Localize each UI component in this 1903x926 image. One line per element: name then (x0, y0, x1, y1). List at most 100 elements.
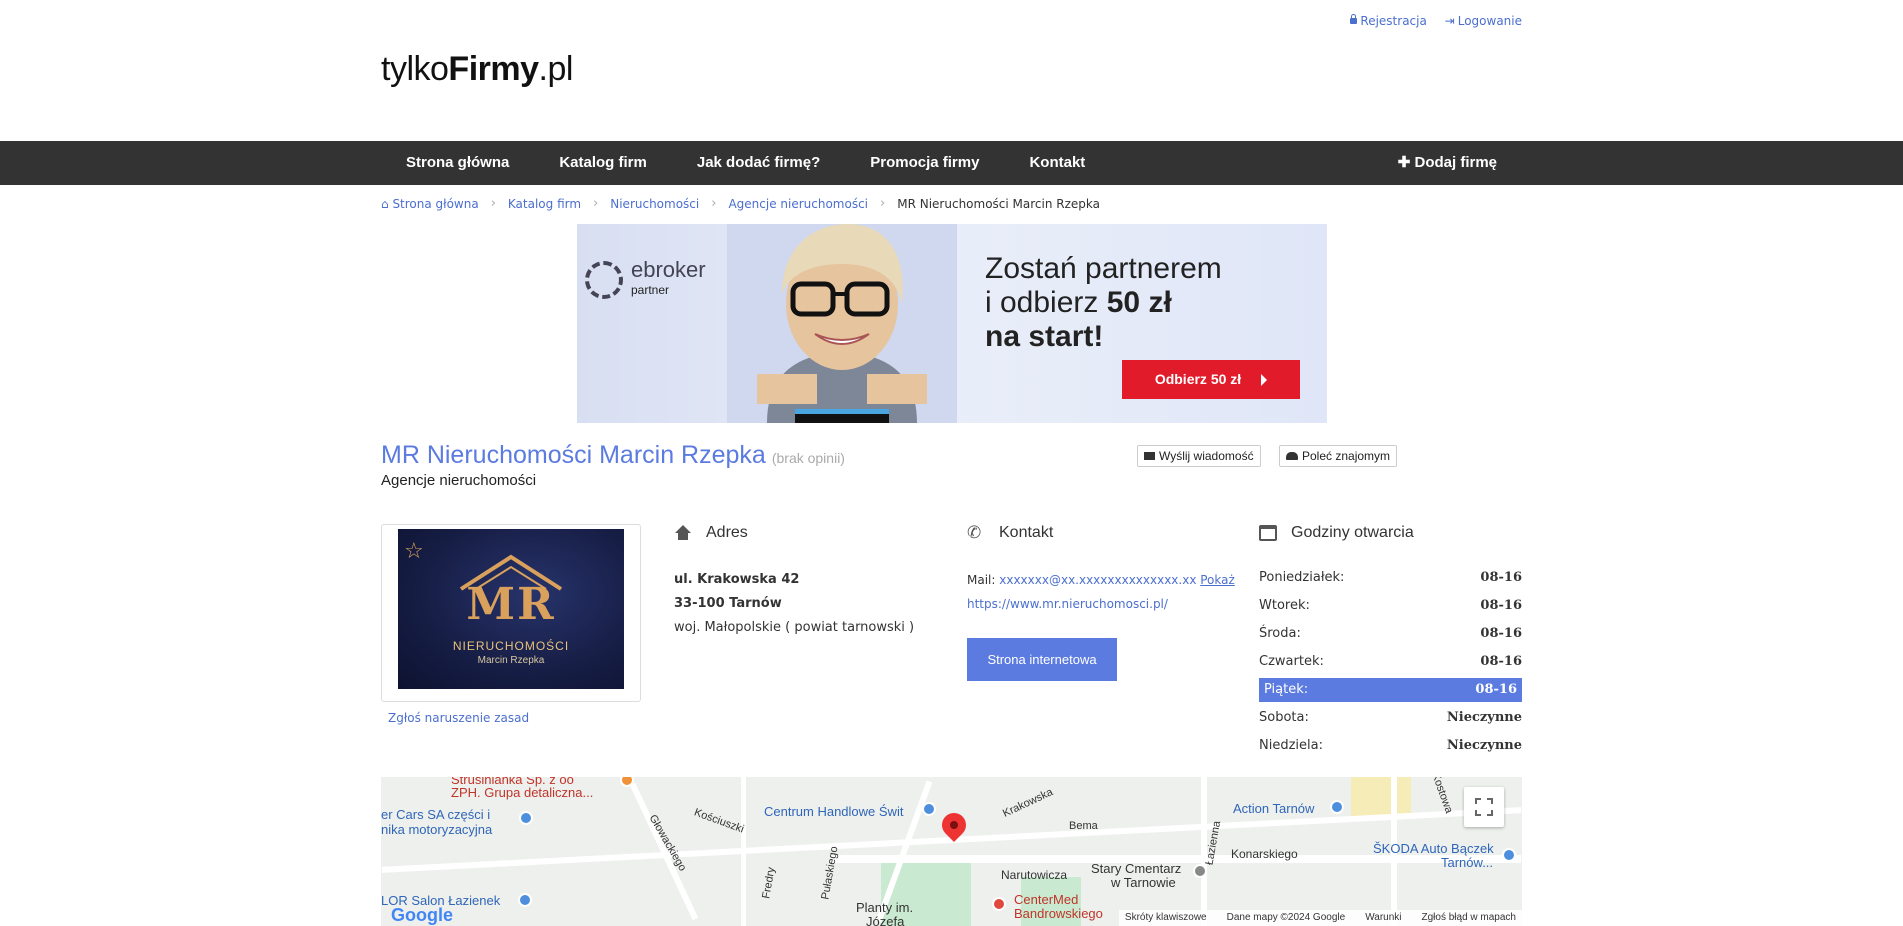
hours-day: Czwartek: (1259, 654, 1324, 669)
fullscreen-icon[interactable] (1464, 787, 1504, 827)
banner-line2-pre: i odbierz (985, 286, 1107, 319)
plus-icon: ✚ (1397, 154, 1415, 171)
hours-value: 08-16 (1480, 570, 1522, 585)
map-poi-icon[interactable] (519, 811, 533, 825)
map-report-link[interactable]: Zgłoś błąd w mapach (1422, 910, 1517, 926)
address-street: ul. Krakowska 42 (674, 572, 800, 587)
hours-row-today: Piątek: 08-16 (1259, 678, 1522, 702)
banner-line2: i odbierz 50 zł (985, 286, 1222, 320)
chevron-right-icon: › (593, 196, 599, 211)
hours-value: Nieczynne (1446, 738, 1522, 753)
company-category: Agencje nieruchomości (381, 472, 537, 489)
recommend-label: Poleć znajomym (1302, 449, 1391, 463)
add-company-button[interactable]: ✚ Dodaj firmę (1373, 141, 1522, 185)
breadcrumb-current: MR Nieruchomości Marcin Rzepka (897, 196, 1101, 211)
breadcrumb-catalog[interactable]: Katalog firm (508, 197, 581, 211)
address-heading: Adres (674, 524, 748, 542)
banner-cta-button[interactable]: Odbierz 50 zł (1122, 360, 1300, 399)
nav-catalog[interactable]: Katalog firm (534, 141, 672, 185)
company-logo-box: ☆ MR NIERUCHOMOŚCI Marcin Rzepka (381, 524, 641, 702)
show-mail-link[interactable]: Pokaż (1200, 573, 1235, 587)
breadcrumb-agencies[interactable]: Agencje nieruchomości (728, 197, 868, 211)
address-heading-label: Adres (706, 524, 748, 541)
chevron-right-icon: › (711, 196, 717, 211)
map-poi-icon[interactable] (1330, 800, 1344, 814)
map-area (1351, 777, 1411, 817)
nav-home[interactable]: Strona główna (381, 141, 534, 185)
nav-how-to-add[interactable]: Jak dodać firmę? (672, 141, 845, 185)
logo-bold: Firmy (448, 50, 539, 88)
map-label: Konarskiego (1231, 847, 1298, 861)
home-icon: ⌂ (381, 196, 393, 211)
breadcrumb-home[interactable]: ⌂ Strona główna (381, 197, 479, 211)
map-cemetery-icon[interactable] (1193, 864, 1207, 878)
map-label: Krakowska (1000, 786, 1055, 820)
report-violation-link[interactable]: Zgłoś naruszenie zasad (388, 711, 529, 725)
map-label: Action Tarnów (1233, 801, 1315, 816)
map-label: Planty im. (856, 900, 914, 915)
send-message-label: Wyślij wiadomość (1159, 449, 1254, 463)
send-message-button[interactable]: Wyślij wiadomość (1137, 445, 1261, 467)
address-region: woj. Małopolskie ( powiat tarnowski ) (674, 620, 915, 635)
map-label: w Tarnowie (1111, 875, 1176, 890)
map-poi-icon[interactable] (518, 893, 532, 907)
banner-brand-sub: partner (631, 283, 670, 297)
map-terms-link[interactable]: Warunki (1365, 910, 1401, 926)
hours-heading: Godziny otwarcia (1259, 524, 1414, 542)
map-footer: Skróty klawiszowe Dane mapy ©2024 Google… (1118, 910, 1522, 926)
map-hospital-icon[interactable] (992, 897, 1006, 911)
register-label: Rejestracja (1360, 14, 1427, 28)
breadcrumb-realestate[interactable]: Nieruchomości (610, 197, 699, 211)
company-title: MR Nieruchomości Marcin Rzepka (brak opin… (381, 441, 845, 470)
company-name[interactable]: MR Nieruchomości Marcin Rzepka (381, 441, 766, 469)
ad-banner[interactable]: ebroker partner Zostań partnerem i odbier… (577, 224, 1327, 423)
logo-line2: Marcin Rzepka (477, 655, 545, 666)
hours-row: Środa: 08-16 (1259, 622, 1522, 646)
banner-line3: na start! (985, 320, 1104, 353)
sign-in-icon: ⇥ (1444, 14, 1455, 28)
map-label: Pułaskiego (819, 845, 841, 901)
map-label: ŠKODA Auto Bączek (1373, 841, 1494, 856)
mail-label: Mail: (967, 573, 996, 587)
website-button[interactable]: Strona internetowa (967, 638, 1117, 681)
calendar-icon (1259, 525, 1277, 541)
users-icon (1286, 452, 1298, 460)
hours-table: Poniedziałek: 08-16 Wtorek: 08-16 Środa: 08… (1259, 566, 1522, 762)
register-link[interactable]: Rejestracja (1350, 14, 1427, 28)
logo-prefix: tylko (381, 50, 449, 88)
map-road (741, 777, 746, 926)
hours-day: Wtorek: (1259, 598, 1310, 613)
site-logo[interactable]: tylkoFirmy.pl (381, 50, 573, 89)
banner-woman-image (727, 224, 957, 423)
address-city: 33-100 Tarnów (674, 596, 782, 611)
location-map[interactable]: Strusinianka Sp. z oo ZPH. Grupa detalic… (381, 777, 1522, 926)
hours-value: 08-16 (1480, 654, 1522, 669)
website-link[interactable]: https://www.mr.nieruchomosci.pl/ (967, 597, 1168, 611)
hours-row: Wtorek: 08-16 (1259, 594, 1522, 618)
star-icon[interactable]: ☆ (404, 539, 424, 564)
chevron-right-icon: › (490, 196, 496, 211)
play-icon (1261, 374, 1268, 387)
map-label: ZPH. Grupa detaliczna... (451, 785, 594, 800)
recommend-button[interactable]: Poleć znajomym (1279, 445, 1398, 467)
hours-day: Środa: (1259, 626, 1301, 641)
main-nav: Strona główna Katalog firm Jak dodać fir… (0, 141, 1903, 185)
map-label: Bandrowskiego (1014, 906, 1103, 921)
banner-line1: Zostań partnerem (985, 252, 1222, 285)
phone-icon: ✆ (967, 523, 982, 542)
address-block: ul. Krakowska 42 33-100 Tarnów woj. Mało… (674, 568, 914, 640)
map-label: Tarnów... (1441, 855, 1494, 870)
contact-block: Mail: xxxxxxx@xx.xxxxxxxxxxxxxx.xx Pokaż… (967, 568, 1235, 616)
map-label: Kostowa (1429, 777, 1455, 815)
nav-contact[interactable]: Kontakt (1004, 141, 1110, 185)
hours-day: Niedziela: (1259, 738, 1323, 753)
map-label: Narutowicza (1001, 868, 1068, 882)
login-link[interactable]: ⇥ Logowanie (1445, 14, 1522, 28)
add-company-label: Dodaj firmę (1414, 154, 1497, 171)
nav-promotion[interactable]: Promocja firmy (845, 141, 1004, 185)
banner-brand: ebroker (631, 257, 706, 282)
map-poi-icon[interactable] (1502, 848, 1516, 862)
map-poi-icon[interactable] (922, 802, 936, 816)
map-shortcuts-link[interactable]: Skróty klawiszowe (1125, 910, 1207, 926)
contact-heading-label: Kontakt (999, 524, 1054, 541)
